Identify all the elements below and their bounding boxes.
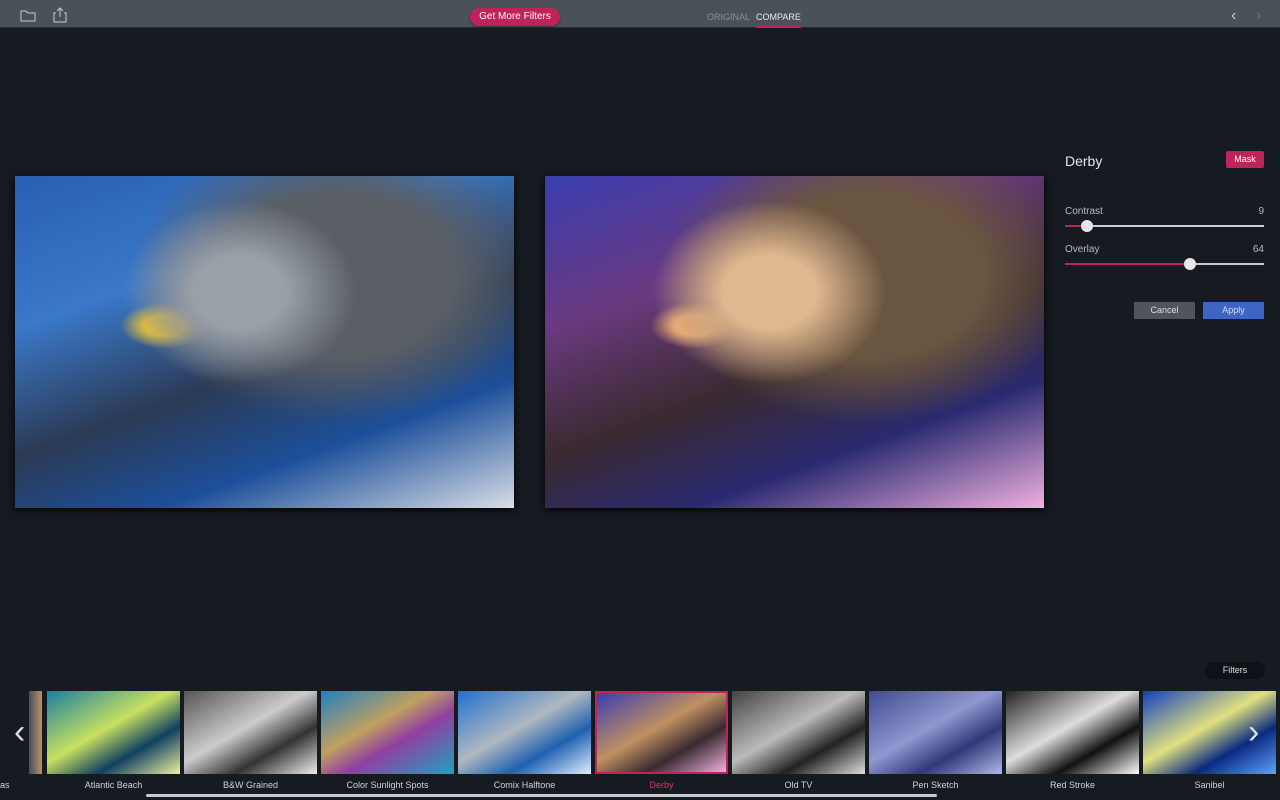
- slider-knob[interactable]: [1184, 258, 1197, 270]
- cancel-button[interactable]: Cancel: [1134, 302, 1195, 319]
- get-more-filters-button[interactable]: Get More Filters: [470, 8, 560, 26]
- filter-label[interactable]: Sanibel: [1143, 780, 1276, 790]
- back-chevron-icon[interactable]: ‹: [1231, 7, 1236, 25]
- contrast-label: Contrast: [1065, 206, 1103, 217]
- slider-knob[interactable]: [1080, 220, 1093, 232]
- original-photo: [15, 176, 514, 508]
- tab-compare[interactable]: COMPARE: [756, 12, 801, 28]
- scroll-right-chevron-icon[interactable]: ›: [1248, 712, 1259, 752]
- filter-thumb[interactable]: [732, 691, 865, 774]
- filter-thumb[interactable]: [458, 691, 591, 774]
- folder-icon[interactable]: [20, 9, 36, 27]
- filter-thumb[interactable]: [184, 691, 317, 774]
- filters-button[interactable]: Filters: [1205, 662, 1265, 679]
- contrast-value: 9: [1258, 206, 1264, 217]
- tab-original[interactable]: ORIGINAL: [707, 12, 750, 22]
- top-toolbar: Get More Filters ORIGINAL COMPARE ‹ ›: [0, 0, 1280, 28]
- filter-label-partial[interactable]: as: [0, 780, 20, 790]
- filter-label[interactable]: Comix Halftone: [458, 780, 591, 790]
- apply-button[interactable]: Apply: [1203, 302, 1264, 319]
- filter-label[interactable]: Red Stroke: [1006, 780, 1139, 790]
- filter-strip-scrollbar[interactable]: [146, 794, 937, 797]
- filter-label[interactable]: Old TV: [732, 780, 865, 790]
- overlay-label: Overlay: [1065, 244, 1100, 255]
- filter-thumb[interactable]: [47, 691, 180, 774]
- filter-thumb-partial[interactable]: [29, 691, 42, 774]
- filter-thumb[interactable]: [321, 691, 454, 774]
- overlay-value: 64: [1252, 244, 1264, 255]
- share-icon[interactable]: [53, 7, 67, 28]
- scroll-left-chevron-icon[interactable]: ‹: [14, 712, 25, 752]
- filter-label[interactable]: Color Sunlight Spots: [321, 780, 454, 790]
- filtered-photo: [545, 176, 1044, 508]
- mask-button[interactable]: Mask: [1226, 151, 1264, 168]
- forward-chevron-icon[interactable]: ›: [1256, 7, 1261, 25]
- filter-label[interactable]: Atlantic Beach: [47, 780, 180, 790]
- filter-title: Derby: [1065, 153, 1103, 169]
- overlay-slider[interactable]: [1065, 258, 1264, 270]
- filter-label[interactable]: B&W Grained: [184, 780, 317, 790]
- filter-label[interactable]: Pen Sketch: [869, 780, 1002, 790]
- filter-thumb[interactable]: [869, 691, 1002, 774]
- filter-label-selected[interactable]: Derby: [595, 780, 728, 790]
- contrast-slider[interactable]: [1065, 220, 1264, 232]
- filter-thumb-selected[interactable]: [595, 691, 728, 774]
- filter-thumb[interactable]: [1006, 691, 1139, 774]
